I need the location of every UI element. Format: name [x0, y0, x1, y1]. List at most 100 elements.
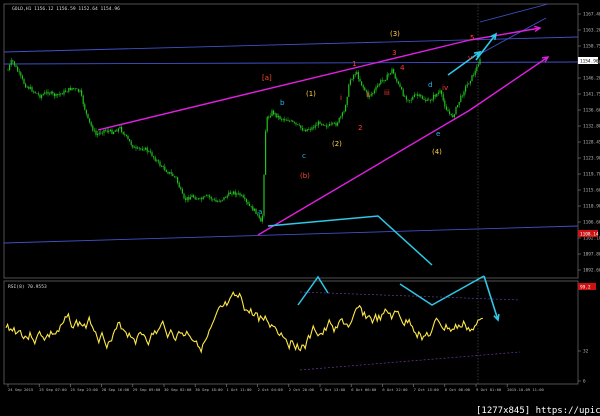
candle-body	[325, 125, 327, 127]
candle-body	[119, 126, 121, 129]
candle-body	[300, 125, 302, 129]
candle-body	[409, 100, 411, 101]
candle-body	[66, 91, 68, 93]
candle-body	[421, 96, 423, 99]
wave-label: a	[258, 207, 262, 216]
time-tick-label: 7 Oct 15:00	[414, 387, 440, 392]
candle-body	[186, 197, 188, 200]
candle-body	[425, 99, 427, 101]
price-tick-label: 1119.70	[583, 172, 600, 178]
candle-body	[317, 121, 319, 126]
candle-body	[212, 199, 214, 200]
wave-label: 5	[470, 33, 475, 42]
candle-body	[252, 206, 254, 211]
candle-body	[281, 119, 283, 120]
candle-body	[207, 195, 209, 196]
candle-body	[61, 93, 63, 95]
candle-body	[452, 114, 454, 118]
candle-body	[37, 93, 39, 95]
candle-body	[449, 111, 451, 114]
candle-body	[109, 129, 111, 131]
candle-body	[327, 125, 329, 127]
candle-body	[68, 87, 70, 92]
wave-label: 4	[400, 63, 405, 72]
candle-body	[194, 197, 196, 200]
candle-body	[417, 94, 419, 96]
candle-body	[124, 134, 126, 135]
candle-body	[25, 83, 27, 88]
candle-body	[140, 148, 142, 150]
candle-body	[386, 74, 388, 81]
candle-body	[39, 94, 41, 98]
price-tick-label: 1158.75	[583, 44, 600, 50]
candle-body	[215, 199, 217, 202]
wave-label: e	[436, 129, 441, 138]
candle-body	[185, 198, 187, 200]
time-tick-label: 6 Oct 06:00	[351, 387, 377, 392]
candle-body	[145, 147, 147, 150]
candle-body	[343, 111, 345, 113]
candle-body	[13, 61, 15, 66]
candle-body	[114, 130, 116, 132]
candle-body	[388, 74, 390, 75]
candle-body	[17, 66, 19, 72]
candle-body	[93, 130, 95, 132]
price-tick-label: 1110.90	[583, 204, 600, 210]
candle-body	[111, 129, 113, 134]
candle-body	[279, 116, 281, 120]
time-tick-label: 2 Oct 04:00	[258, 387, 284, 392]
candle-body	[89, 118, 91, 123]
candle-body	[242, 195, 244, 198]
wave-label: v	[468, 53, 473, 62]
candle-body	[381, 80, 383, 81]
candle-body	[420, 94, 422, 97]
candle-body	[479, 58, 481, 65]
candle-body	[98, 132, 100, 134]
candle-body	[330, 123, 332, 125]
candle-body	[263, 174, 265, 216]
candle-body	[385, 80, 387, 82]
candle-body	[162, 166, 164, 167]
candle-body	[105, 129, 107, 131]
candle-body	[285, 120, 287, 121]
candle-body	[42, 94, 44, 96]
price-tick-label: 1115.60	[583, 188, 600, 194]
candle-body	[10, 60, 12, 65]
candle-body	[399, 83, 401, 88]
candle-body	[29, 87, 31, 89]
candle-body	[423, 98, 425, 100]
candle-body	[33, 91, 35, 93]
candle-body	[402, 89, 404, 97]
candle-body	[476, 66, 478, 71]
candle-body	[375, 87, 377, 91]
candle-body	[125, 134, 127, 136]
candle-body	[303, 130, 305, 131]
candle-body	[159, 161, 161, 166]
candle-body	[338, 117, 340, 123]
candle-body	[453, 114, 455, 118]
candle-body	[58, 94, 60, 95]
price-tick-label: 1132.80	[583, 124, 600, 130]
wave-label: i	[340, 93, 342, 102]
candle-body	[218, 201, 220, 202]
price-tick-label: 1092.60	[583, 268, 600, 274]
wave-label: [a]	[262, 74, 272, 82]
candle-body	[229, 192, 231, 195]
wave-label: iv	[442, 83, 449, 92]
candle-body	[23, 78, 25, 84]
trading-chart[interactable]: GOLD,H1 1156.12 1156.59 1152.64 1154.96 …	[0, 0, 600, 416]
candle-body	[205, 195, 207, 197]
candle-body	[433, 94, 435, 100]
candle-body	[457, 104, 459, 107]
candle-body	[132, 144, 134, 148]
time-tick-label: 5 Oct 13:00	[320, 387, 346, 392]
candle-body	[321, 123, 323, 125]
wave-label: c	[302, 151, 306, 160]
wave-label: (4)	[432, 148, 442, 156]
candle-body	[316, 125, 318, 126]
price-tick-label: 1123.90	[583, 156, 600, 162]
candle-body	[380, 80, 382, 84]
price-tick-label: 1141.75	[583, 92, 600, 98]
candle-body	[36, 93, 38, 94]
time-tick-label: 30 Sep 18:00	[195, 387, 223, 392]
